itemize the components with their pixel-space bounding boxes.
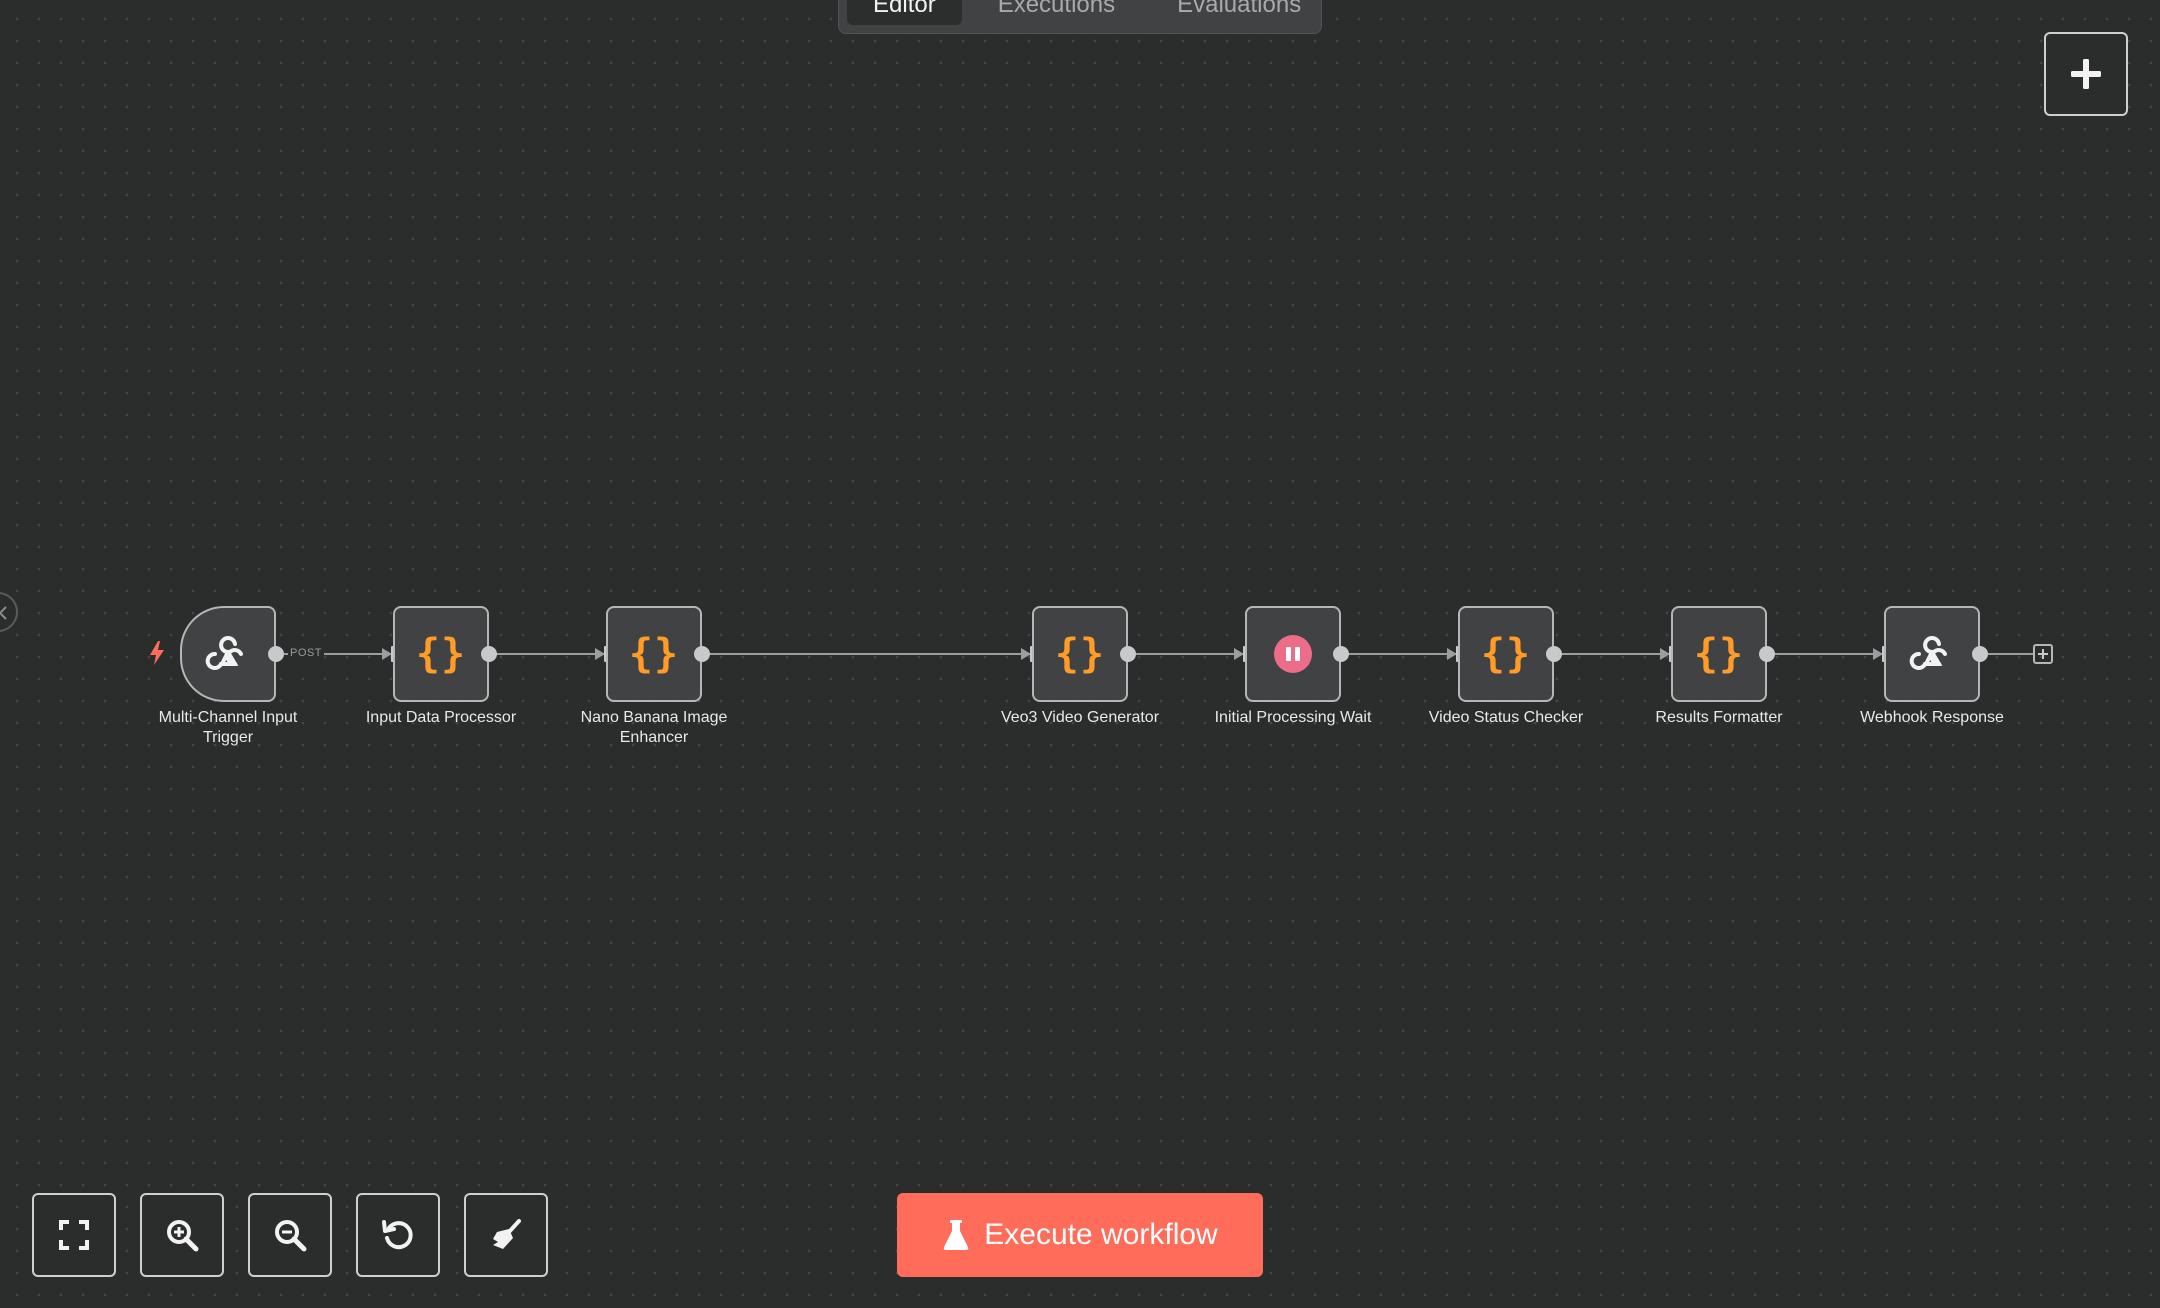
webhook-icon xyxy=(1909,636,1947,670)
code-braces-icon: {} xyxy=(1054,631,1106,677)
execute-workflow-label: Execute workflow xyxy=(984,1218,1218,1251)
node-output-port[interactable] xyxy=(268,646,284,662)
zoom-in-button[interactable] xyxy=(140,1193,224,1277)
node-output-port[interactable] xyxy=(694,646,710,662)
tidy-up-icon xyxy=(493,1219,521,1249)
node-video-status-checker[interactable]: {} xyxy=(1458,606,1554,702)
node-initial-processing-wait[interactable] xyxy=(1245,606,1341,702)
node-label: Input Data Processor xyxy=(365,709,517,726)
node-output-port[interactable] xyxy=(481,646,497,662)
node-label: Nano Banana Image Enhancer xyxy=(580,709,728,746)
reset-zoom-button[interactable] xyxy=(356,1193,440,1277)
node-nano-banana-image-enhancer[interactable]: {} xyxy=(606,606,702,702)
zoom-to-fit-icon xyxy=(59,1220,89,1250)
node-results-formatter[interactable]: {} xyxy=(1671,606,1767,702)
add-next-node-button[interactable] xyxy=(2033,644,2053,664)
node-label: Veo3 Video Generator xyxy=(1000,709,1160,726)
node-output-port[interactable] xyxy=(1333,646,1349,662)
flask-icon xyxy=(944,1220,969,1250)
tidy-up-button[interactable] xyxy=(464,1193,548,1277)
node-output-port[interactable] xyxy=(1759,646,1775,662)
node-label: Multi-Channel Input Trigger xyxy=(158,709,298,746)
webhook-icon xyxy=(205,636,243,670)
pause-icon xyxy=(1274,635,1312,673)
reset-zoom-icon xyxy=(382,1220,413,1250)
trigger-bolt-icon xyxy=(150,641,164,665)
plus-icon xyxy=(2038,649,2048,659)
node-output-port[interactable] xyxy=(1972,646,1988,662)
node-label: Video Status Checker xyxy=(1428,709,1584,726)
node-label: Initial Processing Wait xyxy=(1214,709,1372,726)
zoom-out-button[interactable] xyxy=(248,1193,332,1277)
node-label: Results Formatter xyxy=(1655,709,1783,726)
code-braces-icon: {} xyxy=(1693,631,1745,677)
zoom-to-fit-button[interactable] xyxy=(32,1193,116,1277)
execute-workflow-button[interactable]: Execute workflow xyxy=(897,1193,1263,1277)
code-braces-icon: {} xyxy=(415,631,467,677)
node-webhook-response[interactable] xyxy=(1884,606,1980,702)
node-output-port[interactable] xyxy=(1120,646,1136,662)
node-label: Webhook Response xyxy=(1860,709,2004,726)
code-braces-icon: {} xyxy=(628,631,680,677)
node-output-port[interactable] xyxy=(1546,646,1562,662)
node-multi-channel-input-trigger[interactable] xyxy=(180,606,276,702)
node-veo3-video-generator[interactable]: {} xyxy=(1032,606,1128,702)
workflow-canvas[interactable]: Editor Executions Evaluations POST Multi… xyxy=(0,0,2160,1308)
zoom-in-icon xyxy=(167,1220,199,1252)
code-braces-icon: {} xyxy=(1480,631,1532,677)
zoom-out-icon xyxy=(275,1220,307,1252)
node-input-data-processor[interactable]: {} xyxy=(393,606,489,702)
connection-label-post: POST xyxy=(288,647,324,659)
